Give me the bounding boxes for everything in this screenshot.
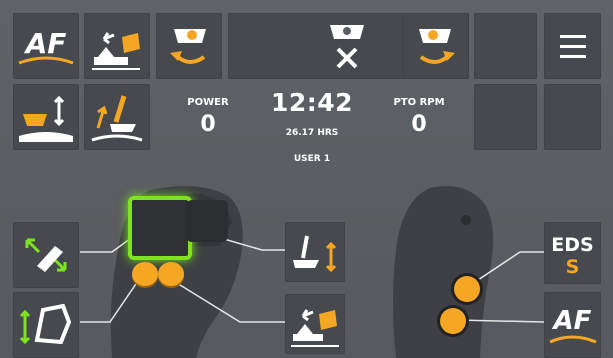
eds-button[interactable]: EDS S — [544, 222, 601, 284]
implement-lift-button[interactable] — [13, 292, 79, 358]
joystick-yellow-button-2[interactable] — [158, 262, 184, 286]
eds-mode: S — [565, 256, 580, 278]
af-label-2: AF — [553, 306, 592, 336]
hitch-transport-icon-2 — [291, 309, 339, 347]
tractor-control-screen: AF POWER 0 12:42 26.17 HRS USER 1 PTO RP… — [0, 0, 613, 358]
right-joystick-yellow-button-1[interactable] — [454, 276, 480, 302]
joystick-yellow-button-1[interactable] — [132, 262, 158, 286]
right-joystick-yellow-button-2[interactable] — [440, 308, 466, 334]
blade-height-icon — [293, 235, 337, 273]
eds-title: EDS — [551, 234, 594, 256]
joystick-rocker-button[interactable] — [186, 200, 228, 242]
implement-lift-icon — [19, 303, 72, 345]
hitch-transport-button-2[interactable] — [285, 294, 345, 354]
implement-pivot-icon — [25, 238, 67, 272]
implement-pivot-button[interactable] — [13, 222, 79, 288]
blade-height-button[interactable] — [285, 222, 345, 282]
af-button-2[interactable]: AF — [544, 292, 601, 358]
joystick-highlighted-button[interactable] — [128, 196, 192, 260]
